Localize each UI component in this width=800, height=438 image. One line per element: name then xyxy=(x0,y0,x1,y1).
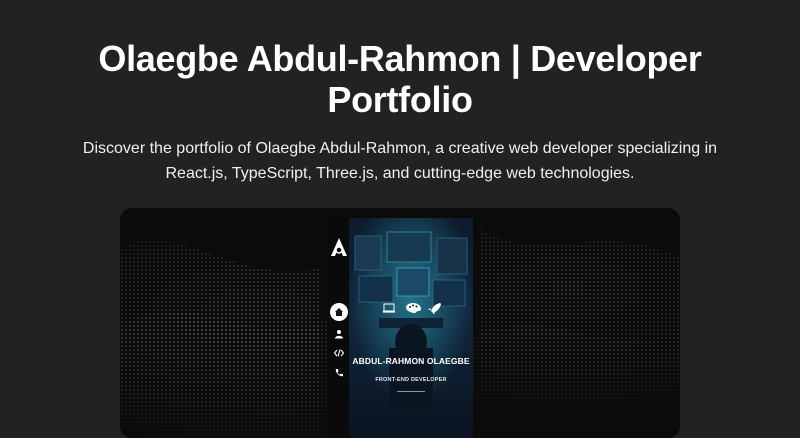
page-title: Olaegbe Abdul-Rahmon | Developer Portfol… xyxy=(98,38,702,120)
laptop-icon xyxy=(383,303,395,313)
hero-panel: ABDUL-RAHMON OLAEGBE FRONT-END DEVELOPER xyxy=(349,218,473,438)
hero-icons xyxy=(383,303,441,314)
home-icon xyxy=(335,308,343,316)
hero-role: FRONT-END DEVELOPER xyxy=(375,377,447,383)
user-icon[interactable] xyxy=(334,329,344,339)
palette-icon xyxy=(406,303,421,313)
phone-icon[interactable] xyxy=(334,368,344,378)
rocket-icon xyxy=(428,303,441,314)
page-description: Discover the portfolio of Olaegbe Abdul-… xyxy=(82,140,718,182)
hero-divider xyxy=(397,391,425,392)
nav-home-button[interactable] xyxy=(330,303,348,321)
preview-image: ABDUL-RAHMON OLAEGBE FRONT-END DEVELOPER xyxy=(120,208,680,438)
hero-name: ABDUL-RAHMON OLAEGBE xyxy=(352,356,470,366)
hero-background-image xyxy=(349,218,473,438)
logo-a-icon xyxy=(331,238,347,256)
code-icon[interactable] xyxy=(334,348,344,358)
